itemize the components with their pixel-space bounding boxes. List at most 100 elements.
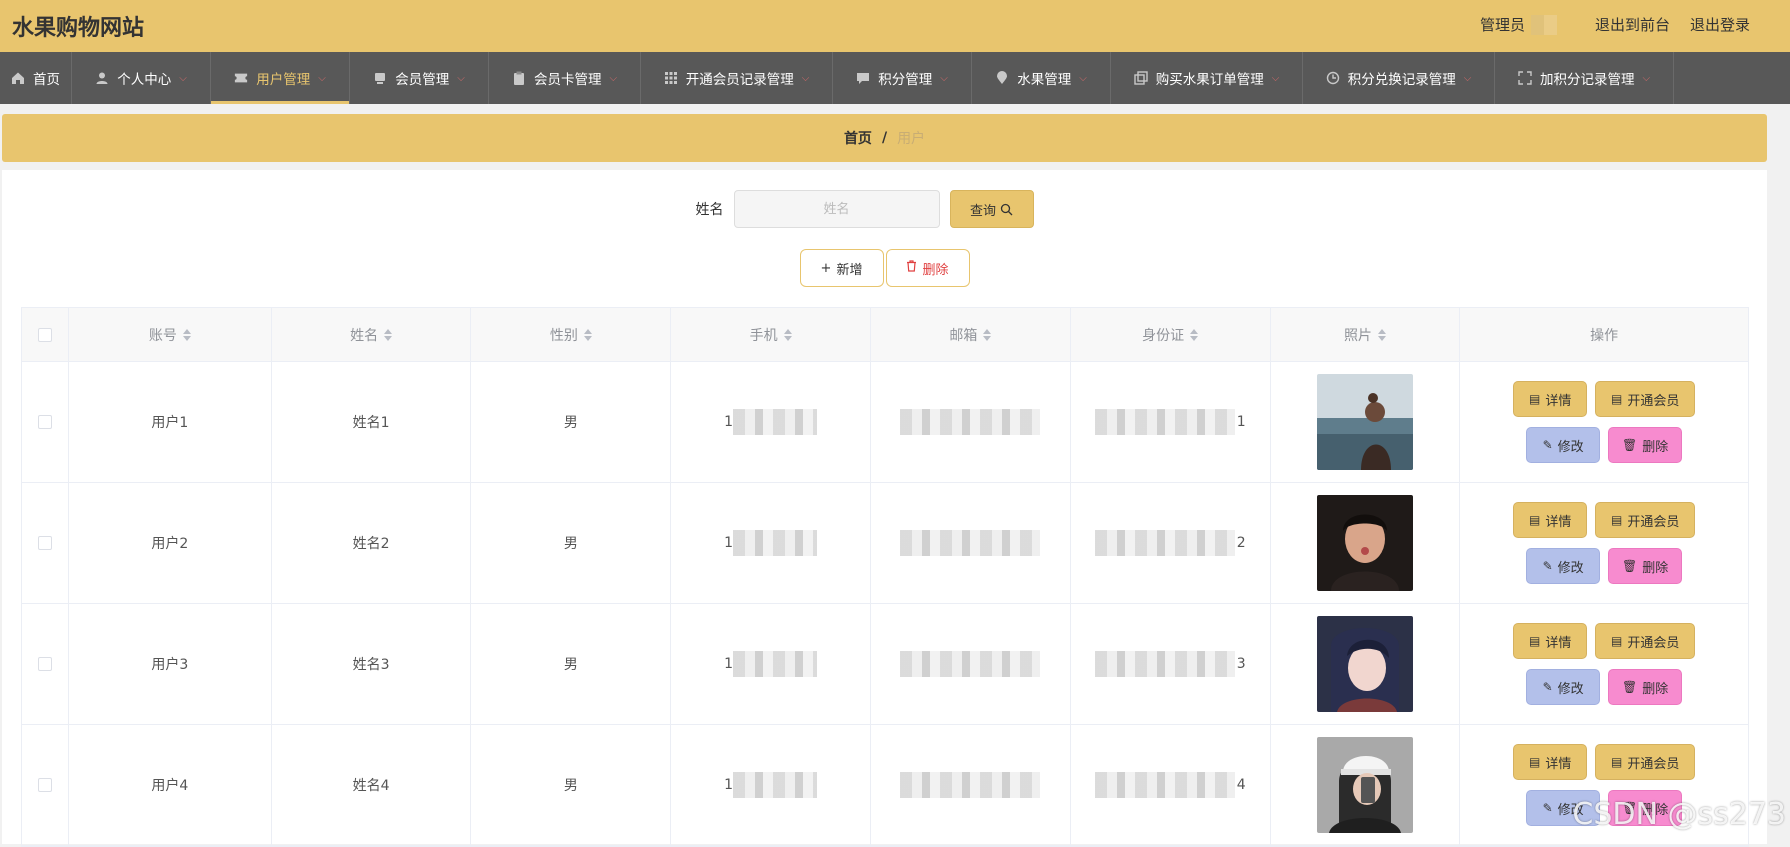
nav-item-add-points-records[interactable]: 加积分记录管理 ⌵ (1495, 52, 1674, 104)
sort-icon (1190, 328, 1198, 342)
edit-button[interactable]: ✎修改 (1526, 669, 1600, 705)
row-checkbox-cell (22, 362, 69, 482)
column-header-id-card[interactable]: 身份证 (1071, 308, 1271, 361)
user-photo[interactable] (1317, 737, 1413, 833)
chevron-down-icon: ⌵ (940, 73, 948, 84)
row-checkbox[interactable] (38, 536, 52, 550)
detail-button[interactable]: ▤详情 (1513, 744, 1587, 780)
edit-button[interactable]: ✎修改 (1526, 790, 1600, 826)
add-button[interactable]: + 新增 (800, 249, 884, 287)
open-member-button[interactable]: ▤开通会员 (1595, 381, 1695, 417)
sort-icon (983, 328, 991, 342)
id-card-cell: 1 (1071, 362, 1271, 482)
detail-button[interactable]: ▤详情 (1513, 623, 1587, 659)
column-header-photo[interactable]: 照片 (1271, 308, 1461, 361)
to-front-link[interactable]: 退出到前台 (1595, 14, 1670, 35)
id-card-cell: 2 (1071, 483, 1271, 603)
user-photo[interactable] (1317, 374, 1413, 470)
detail-label: 详情 (1545, 753, 1571, 772)
edit-button[interactable]: ✎修改 (1526, 548, 1600, 584)
column-header-label: 账号 (149, 325, 177, 345)
breadcrumb-home[interactable]: 首页 (844, 128, 872, 148)
open-member-button[interactable]: ▤ 开通会员 (1595, 502, 1695, 538)
logout-link[interactable]: 退出登录 (1690, 14, 1750, 35)
document-icon: ▤ (1611, 513, 1622, 527)
pixelated-mask (733, 772, 817, 798)
row-checkbox[interactable] (38, 415, 52, 429)
open-member-button[interactable]: ▤ 开通会员 (1595, 623, 1695, 659)
open-member-label: 开通会员 (1627, 632, 1679, 651)
nav-label: 会员管理 (395, 68, 449, 88)
column-header-phone[interactable]: 手机 (671, 308, 871, 361)
id-card-cell: 4 (1071, 725, 1271, 845)
pencil-icon: ✎ (1543, 801, 1553, 815)
detail-button[interactable]: ▤详情 (1513, 502, 1587, 538)
open-member-label: 开通会员 (1627, 753, 1679, 772)
nav-item-members[interactable]: 会员管理 ⌵ (350, 52, 489, 104)
open-member-label: 开通会员 (1627, 511, 1679, 530)
detail-label: 详情 (1545, 632, 1571, 651)
clock-icon (1326, 71, 1340, 85)
delete-label: 删除 (1642, 799, 1668, 818)
select-all-checkbox[interactable] (38, 328, 52, 342)
users-table: 账号 姓名 性别 手机 邮箱 身份证 照片 操作 用户1 姓名1 男 1 1 (21, 307, 1749, 847)
nav-item-points[interactable]: 积分管理 ⌵ (833, 52, 972, 104)
edit-label: 修改 (1558, 557, 1584, 576)
id-suffix: 1 (1237, 414, 1246, 430)
open-member-button[interactable]: ▤ 开通会员 (1595, 744, 1695, 780)
user-icon (95, 71, 109, 85)
column-header-account[interactable]: 账号 (69, 308, 272, 361)
document-icon: ▤ (1611, 634, 1622, 648)
sort-icon (584, 328, 592, 342)
home-icon (11, 71, 25, 85)
nav-item-exchange-records[interactable]: 积分兑换记录管理 ⌵ (1303, 52, 1495, 104)
pixelated-mask (1095, 409, 1235, 435)
nav-label: 积分管理 (878, 68, 932, 88)
breadcrumb: 首页 / 用户 (2, 114, 1767, 162)
detail-button[interactable]: ▤详情 (1513, 381, 1587, 417)
nav-item-home[interactable]: 首页 (0, 52, 72, 104)
row-checkbox[interactable] (38, 778, 52, 792)
column-header-label: 照片 (1344, 325, 1372, 345)
delete-button[interactable]: 🗑删除 (1608, 790, 1682, 826)
trash-icon: 🗑 (1622, 559, 1637, 573)
main-panel: 姓名 查询 + 新增 删除 账号 姓名 性别 手机 邮箱 身份证 照片 操作 (2, 170, 1767, 844)
delete-button[interactable]: 🗑删除 (1608, 669, 1682, 705)
nav-item-users[interactable]: 用户管理 ⌵ (211, 52, 350, 104)
breadcrumb-current: 用户 (897, 128, 925, 148)
nav-item-member-records[interactable]: 开通会员记录管理 ⌵ (641, 52, 833, 104)
column-header-label: 姓名 (350, 325, 378, 345)
query-button[interactable]: 查询 (950, 190, 1034, 228)
nav-item-member-cards[interactable]: 会员卡管理 ⌵ (489, 52, 641, 104)
edit-button[interactable]: ✎修改 (1526, 427, 1600, 463)
user-photo[interactable] (1317, 616, 1413, 712)
query-label: 查询 (970, 200, 996, 219)
column-header-name[interactable]: 姓名 (272, 308, 472, 361)
column-header-email[interactable]: 邮箱 (871, 308, 1071, 361)
phone-prefix: 1 (724, 414, 733, 430)
nav-item-personal[interactable]: 个人中心 ⌵ (72, 52, 211, 104)
table-header: 账号 姓名 性别 手机 邮箱 身份证 照片 操作 (22, 308, 1748, 362)
delete-button[interactable]: 🗑删除 (1608, 427, 1682, 463)
column-header-actions: 操作 (1460, 308, 1748, 361)
nav-label: 水果管理 (1017, 68, 1071, 88)
nav-item-fruits[interactable]: 水果管理 ⌵ (972, 52, 1111, 104)
account-cell: 用户2 (69, 483, 272, 603)
delete-button[interactable]: 🗑 删除 (1608, 548, 1682, 584)
bulk-delete-button[interactable]: 删除 (886, 249, 970, 287)
trash-icon (906, 260, 917, 276)
user-photo[interactable] (1317, 495, 1413, 591)
delete-label: 删除 (1642, 557, 1668, 576)
nav-item-orders[interactable]: 购买水果订单管理 ⌵ (1111, 52, 1303, 104)
search-input[interactable] (734, 190, 940, 228)
column-header-gender[interactable]: 性别 (471, 308, 671, 361)
row-checkbox[interactable] (38, 657, 52, 671)
column-header-label: 手机 (750, 325, 778, 345)
document-icon: ▤ (1611, 755, 1622, 769)
plus-icon: + (821, 261, 832, 276)
sort-icon (1378, 328, 1386, 342)
row-checkbox-cell (22, 604, 69, 724)
pencil-icon: ✎ (1543, 680, 1553, 694)
chevron-down-icon: ⌵ (609, 73, 617, 84)
email-cell (871, 725, 1071, 845)
